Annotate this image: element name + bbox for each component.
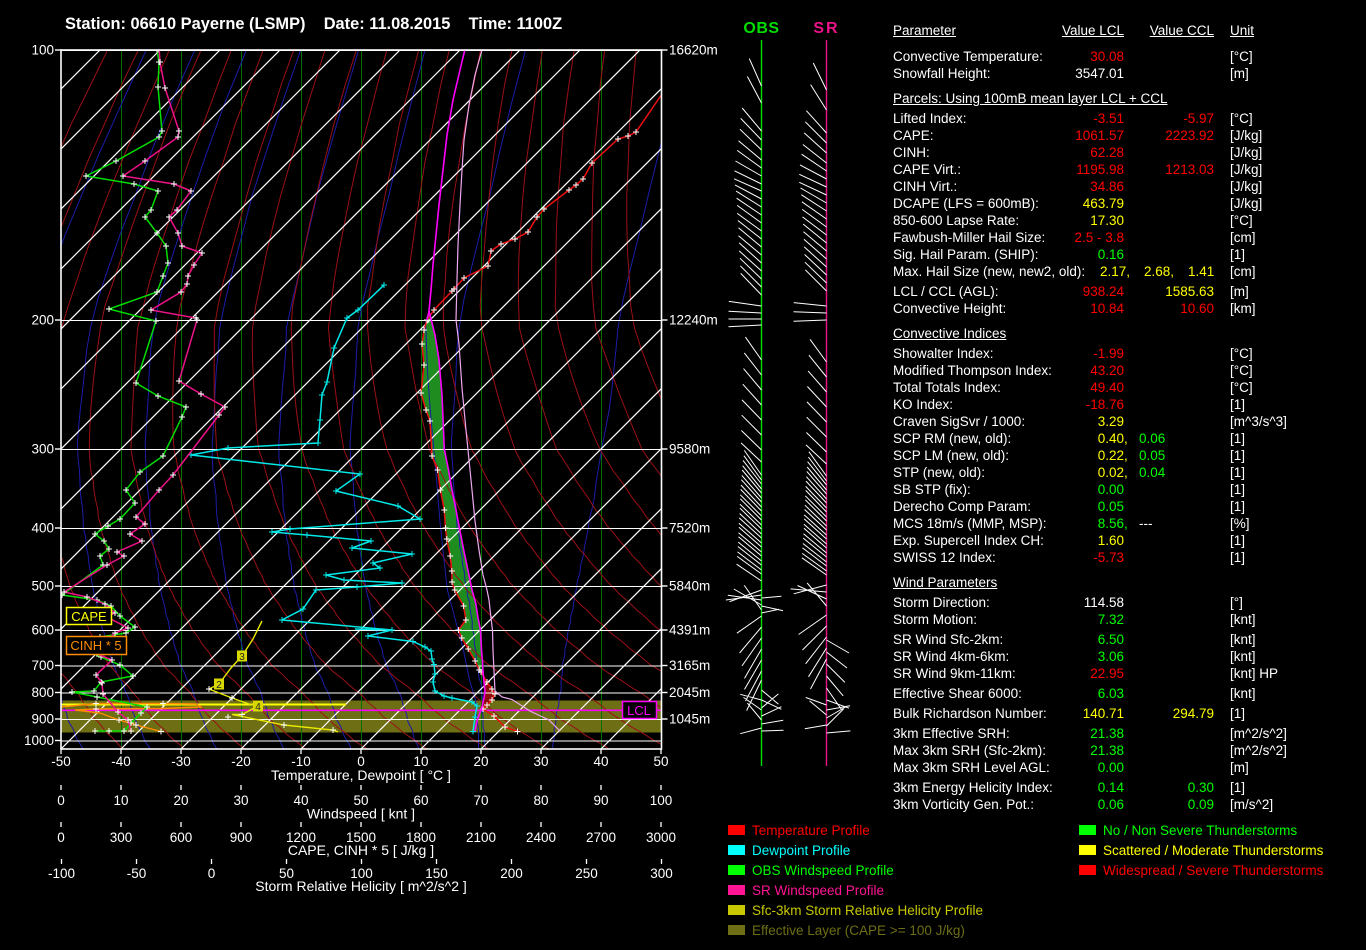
svg-text:900: 900 <box>230 830 253 845</box>
svg-text:0: 0 <box>208 866 216 881</box>
svg-text:SR: SR <box>813 20 839 37</box>
svg-text:5840m: 5840m <box>669 579 710 594</box>
svg-text:500: 500 <box>31 579 54 594</box>
svg-text:OBS: OBS <box>743 20 779 37</box>
svg-text:3000: 3000 <box>646 830 676 845</box>
svg-text:-100: -100 <box>48 866 75 881</box>
svg-text:2400: 2400 <box>526 830 556 845</box>
svg-text:200: 200 <box>500 866 523 881</box>
svg-text:2700: 2700 <box>586 830 616 845</box>
svg-text:Storm Relative Helicity [ m^2: Storm Relative Helicity [ m^2/s^2 ] <box>255 878 467 894</box>
svg-text:2100: 2100 <box>466 830 496 845</box>
svg-text:CAPE, CINH * 5 [ J/kg ]: CAPE, CINH * 5 [ J/kg ] <box>288 842 434 858</box>
svg-text:300: 300 <box>650 866 673 881</box>
svg-text:0: 0 <box>57 830 65 845</box>
svg-text:600: 600 <box>170 830 193 845</box>
svg-text:-50: -50 <box>127 866 147 881</box>
svg-text:300: 300 <box>110 830 133 845</box>
svg-text:250: 250 <box>575 866 598 881</box>
svg-text:Station: 06610 Payerne (LSMP): Station: 06610 Payerne (LSMP) Date: 11.0… <box>65 15 562 33</box>
